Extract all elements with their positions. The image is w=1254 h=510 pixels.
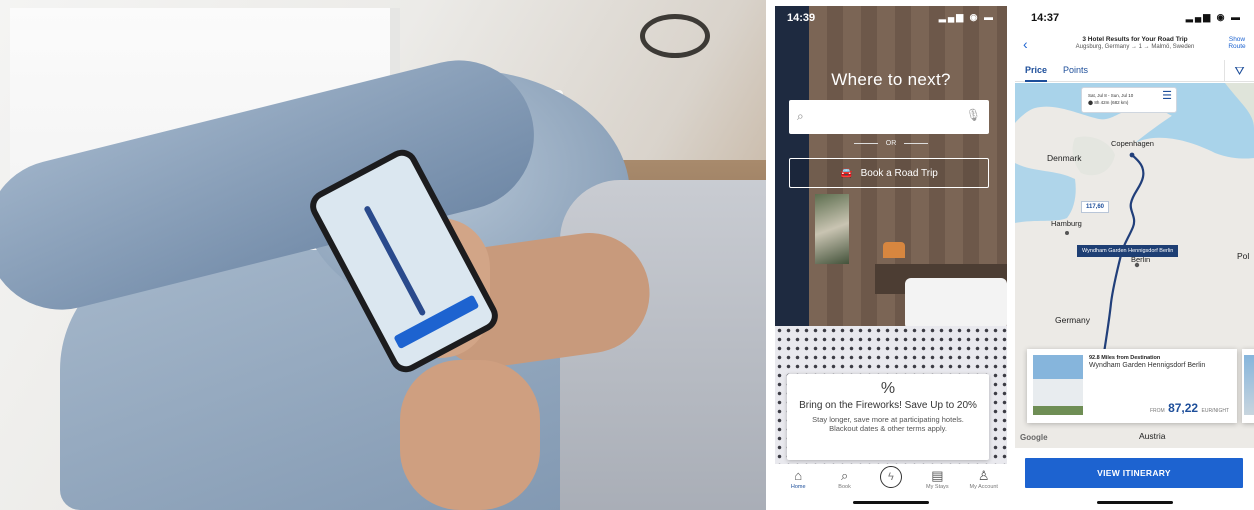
suitcase-icon: ▤: [931, 468, 944, 483]
phone-route-line: [363, 204, 427, 317]
hotel-distance: 92.8 Miles from Destination: [1089, 355, 1161, 361]
status-icons: ▂▄▆ ◉ ▬: [1185, 12, 1242, 22]
microphone-icon[interactable]: 🎙: [966, 108, 981, 122]
pendant-lamp: [883, 242, 905, 258]
or-divider: OR: [775, 140, 1007, 147]
pillows: [905, 278, 1007, 330]
lightning-icon: ϟ: [879, 466, 902, 488]
home-screen: 14:39 ▂▄▆ ◉ ▬ Where to next? ⌕ 🎙 OR 🚘 Bo…: [775, 6, 1007, 506]
map-label-austria: Austria: [1139, 431, 1166, 441]
trip-dates: Sat, Jul 8 - Sun, Jul 10: [1088, 93, 1134, 98]
eyeglasses: [640, 14, 710, 58]
hotel-name: Wyndham Garden Hennigsdorf Berlin: [1089, 362, 1206, 369]
back-chevron-icon[interactable]: ‹: [1023, 36, 1028, 52]
second-hand: [400, 360, 540, 510]
tab-points[interactable]: Points: [1063, 65, 1088, 75]
home-indicator: [853, 501, 929, 504]
home-icon: ⌂: [794, 468, 803, 483]
tab-price[interactable]: Price: [1025, 65, 1048, 82]
results-header: 3 Hotel Results for Your Road Trip Augsb…: [1045, 36, 1225, 50]
wall-art: [815, 194, 849, 264]
bottom-tab-bar: ⌂ Home ⌕ Book ϟ ▤ My Stays ♙ My Account: [775, 464, 1007, 506]
promo-subtext: Stay longer, save more at participating …: [812, 415, 964, 433]
status-time: 14:37: [1031, 12, 1060, 24]
status-bar: 14:39 ▂▄▆ ◉ ▬: [775, 12, 1007, 28]
route-map[interactable]: Sat, Jul 8 - Sun, Jul 10 ⬤ 8h 42m (682 k…: [1015, 83, 1254, 448]
road-trip-results-screen: 14:37 ▂▄▆ ◉ ▬ ‹ 3 Hotel Results for Your…: [1015, 6, 1254, 506]
map-label-copenhagen: Copenhagen: [1111, 139, 1154, 148]
home-indicator: [1097, 501, 1173, 504]
percent-icon: %: [880, 380, 896, 397]
tab-home-label: Home: [790, 484, 806, 490]
tab-home[interactable]: ⌂ Home: [779, 468, 817, 506]
person-icon: ♙: [977, 468, 990, 483]
results-title: 3 Hotel Results for Your Road Trip: [1082, 36, 1188, 43]
map-label-denmark: Denmark: [1047, 153, 1082, 163]
price-amount: 87,22: [1168, 401, 1199, 415]
hotel-price: FROM 87,22 EUR/NIGHT: [1150, 401, 1229, 415]
next-hotel-photo: [1244, 355, 1254, 415]
phone-view-itinerary-button: [393, 294, 479, 350]
map-price-pin[interactable]: 117,60: [1081, 201, 1110, 213]
search-bar[interactable]: ⌕ 🎙: [789, 100, 989, 134]
next-hotel-card[interactable]: [1242, 349, 1254, 423]
hotel-card[interactable]: 92.8 Miles from Destination Wyndham Gard…: [1027, 349, 1237, 423]
status-icons: ▂▄▆ ◉ ▬: [938, 12, 995, 22]
price-points-tabs: Price Points ⛛: [1015, 60, 1254, 82]
tab-my-account[interactable]: ♙ My Account: [965, 468, 1003, 506]
list-view-icon[interactable]: ☰: [1162, 91, 1172, 102]
book-road-trip-label: Book a Road Trip: [860, 167, 938, 179]
google-logo: Google: [1020, 433, 1048, 442]
filter-icon[interactable]: ⛛: [1224, 60, 1254, 82]
status-bar: 14:37 ▂▄▆ ◉ ▬: [1015, 12, 1254, 28]
map-hotel-pin[interactable]: Wyndham Garden Hennigsdorf Berlin: [1077, 245, 1179, 257]
tab-book-label: Book: [838, 484, 851, 490]
price-unit: EUR/NIGHT: [1201, 408, 1230, 414]
map-label-germany: Germany: [1055, 315, 1090, 325]
search-icon: ⌕: [797, 109, 804, 123]
search-input[interactable]: [813, 106, 963, 128]
tab-my-account-label: My Account: [969, 484, 998, 490]
trip-distance: 8h 42m (682 km): [1094, 100, 1129, 105]
view-itinerary-button[interactable]: VIEW ITINERARY: [1025, 458, 1243, 488]
page-title: Where to next?: [831, 70, 951, 89]
lifestyle-photo: [0, 0, 766, 510]
show-route-link[interactable]: Show Route: [1224, 36, 1250, 50]
map-label-pol: Pol: [1237, 251, 1250, 261]
location-pin-icon: ⬤: [1088, 100, 1094, 105]
search-icon: ⌕: [840, 468, 849, 483]
price-from-label: FROM: [1149, 408, 1165, 414]
promo-card[interactable]: % Bring on the Fireworks! Save Up to 20%…: [787, 374, 989, 460]
route-summary: Augsburg, Germany → 1 → Malmö, Sweden: [1075, 44, 1195, 50]
book-road-trip-button[interactable]: 🚘 Book a Road Trip: [789, 158, 989, 188]
hotel-photo: [1033, 355, 1083, 415]
car-icon: 🚘: [840, 167, 853, 179]
trip-summary-chip[interactable]: Sat, Jul 8 - Sun, Jul 10 ⬤ 8h 42m (682 k…: [1081, 87, 1177, 113]
map-label-hamburg: Hamburg: [1051, 219, 1082, 228]
tab-my-stays-label: My Stays: [926, 484, 949, 490]
status-time: 14:39: [787, 12, 816, 24]
promo-headline: Bring on the Fireworks! Save Up to 20%: [799, 400, 977, 411]
